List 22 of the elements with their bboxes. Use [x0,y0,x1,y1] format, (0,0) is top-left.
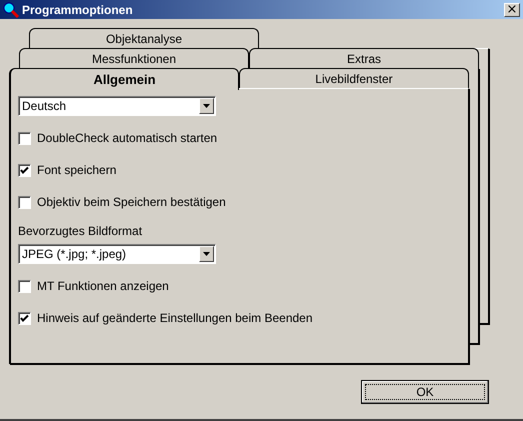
magnifier-icon [3,2,19,18]
dropdown[interactable]: Deutsch [18,96,216,116]
tab[interactable]: Livebildfenster [239,68,469,89]
checkbox-label: Hinweis auf geänderte Einstellungen beim Beenden [37,311,313,325]
checkbox[interactable] [18,132,31,144]
checkbox-label: Font speichern [37,163,116,177]
checkbox-label: Objektiv beim Speichern bestätigen [37,195,226,209]
ok-button[interactable]: OK [361,380,489,404]
field-label: Bevorzugtes Bildformat [18,224,144,238]
dropdown[interactable]: JPEG (*.jpg; *.jpeg) [18,244,216,264]
checkbox-label: MT Funktionen anzeigen [37,279,169,293]
tab[interactable]: Objektanalyse [29,28,259,49]
checkbox[interactable] [18,312,31,324]
checkbox-label: DoubleCheck automatisch starten [37,131,218,145]
tab[interactable]: Allgemein [9,68,239,90]
checkbox[interactable] [18,280,31,292]
close-button[interactable]: × [504,2,520,16]
tab[interactable]: Extras [249,48,479,69]
checkbox[interactable] [18,164,31,176]
checkbox[interactable] [18,196,31,208]
tab[interactable]: Messfunktionen [19,48,249,69]
window-title: Programmoptionen [22,2,134,16]
